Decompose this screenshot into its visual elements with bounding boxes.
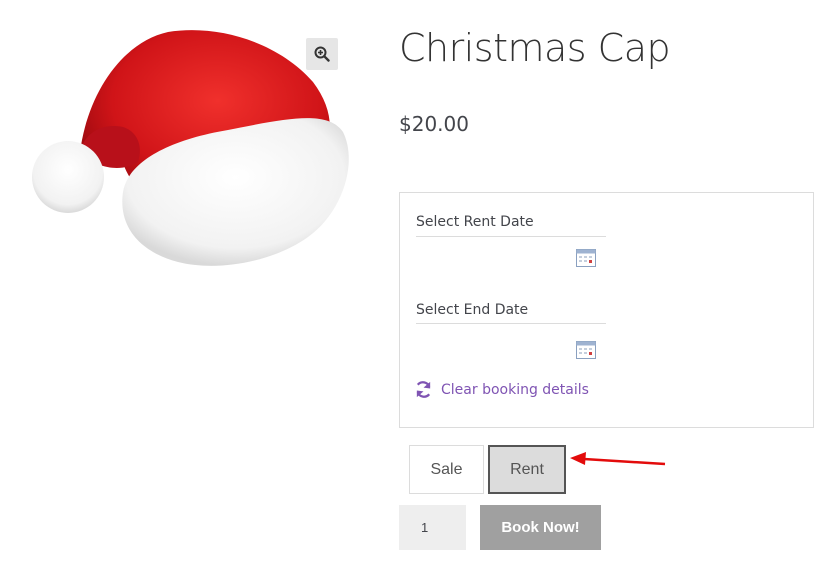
refresh-icon — [416, 381, 431, 398]
quantity-input[interactable] — [399, 505, 466, 550]
end-date-input[interactable] — [416, 323, 606, 365]
rent-toggle-button[interactable]: Rent — [488, 445, 566, 494]
product-title: Christmas Cap — [399, 26, 671, 70]
calendar-icon[interactable] — [576, 249, 596, 267]
santa-hat-image — [32, 30, 349, 266]
rent-date-input[interactable] — [416, 236, 606, 278]
clear-booking-link[interactable]: Clear booking details — [414, 380, 589, 399]
calendar-icon[interactable] — [576, 341, 596, 359]
annotation-arrow — [570, 452, 666, 466]
zoom-in-icon — [314, 46, 330, 62]
clear-booking-label: Clear booking details — [441, 381, 589, 398]
zoom-button[interactable] — [306, 38, 338, 70]
product-price: $20.00 — [399, 112, 469, 136]
product-image[interactable] — [28, 22, 353, 274]
booking-form: Select Rent Date Select End Date Clear b… — [399, 192, 814, 428]
sale-toggle-button[interactable]: Sale — [409, 445, 484, 494]
rent-date-label: Select Rent Date — [416, 214, 534, 230]
book-now-button[interactable]: Book Now! — [480, 505, 601, 550]
end-date-label: Select End Date — [416, 302, 529, 318]
